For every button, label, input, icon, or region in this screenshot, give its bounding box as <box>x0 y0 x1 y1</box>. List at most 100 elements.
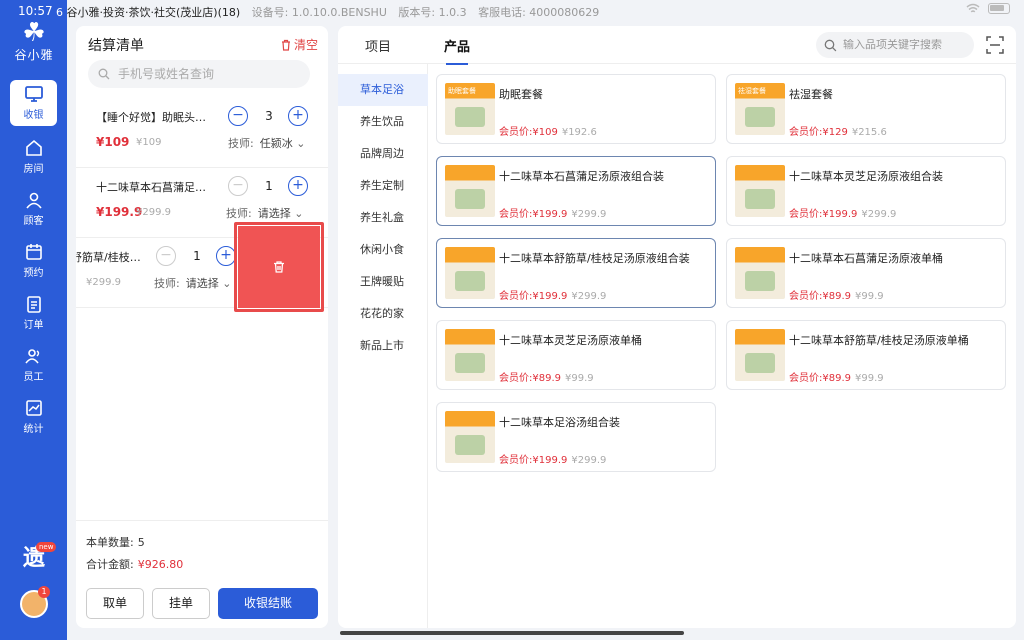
product-price: 会员价:¥89.9 ¥99.9 <box>789 369 884 384</box>
product-card[interactable]: 十二味草本石菖蒲足汤原液单桶 会员价:¥89.9 ¥99.9 <box>726 238 1006 308</box>
tab-services[interactable]: 项目 <box>365 36 391 55</box>
category-item[interactable]: 休闲小食 <box>338 234 428 266</box>
item-count-row: 本单数量: 5 <box>86 534 145 550</box>
delete-item-button[interactable] <box>238 226 320 308</box>
nav-label: 订单 <box>23 320 44 331</box>
product-card[interactable]: 十二味草本石菖蒲足汤原液组合装 会员价:¥199.9 ¥299.9 <box>436 156 716 226</box>
nav-item-rooms[interactable]: 房间 <box>0 134 67 180</box>
system-icons <box>966 3 1010 14</box>
nav-item-cashier[interactable]: 收银 <box>10 80 57 126</box>
cart-item-name: 【睡个好觉】助眠头… <box>96 111 206 124</box>
quantity-decrease-button[interactable]: − <box>228 106 248 126</box>
category-item[interactable]: 花花的家 <box>338 298 428 330</box>
nav-label: 顾客 <box>23 216 44 227</box>
scan-icon[interactable] <box>986 36 1004 54</box>
nav-item-staff[interactable]: 员工 <box>0 342 67 388</box>
home-indicator[interactable] <box>340 631 684 635</box>
logo-mark-icon: ☘ <box>22 18 46 48</box>
product-search[interactable] <box>816 32 974 58</box>
product-image-tag: 祛湿套餐 <box>738 87 766 95</box>
chevron-down-icon: ⌄ <box>294 207 304 220</box>
category-item[interactable]: 草本足浴 <box>338 74 428 106</box>
product-card[interactable]: 祛湿套餐 祛湿套餐 会员价:¥129 ¥215.6 <box>726 74 1006 144</box>
product-image <box>445 165 495 217</box>
calendar-icon <box>25 244 42 260</box>
quantity-decrease-button[interactable]: − <box>228 176 248 196</box>
checkout-button[interactable]: 收银结账 <box>218 588 318 619</box>
member-search[interactable] <box>88 60 310 88</box>
item-count-value: 5 <box>137 536 145 549</box>
member-price-label: 会员价: <box>789 127 823 138</box>
technician-select[interactable]: 技师: 请选择 ⌄ <box>154 275 231 291</box>
category-item[interactable]: 新品上市 <box>338 330 428 362</box>
trash-icon <box>274 261 284 273</box>
member-price-label: 会员价: <box>499 291 533 302</box>
nav-item-appointments[interactable]: 预约 <box>0 238 67 284</box>
product-card[interactable]: 十二味草本灵芝足汤原液组合装 会员价:¥199.9 ¥299.9 <box>726 156 1006 226</box>
product-image-tag: 助眠套餐 <box>448 87 476 95</box>
product-image <box>735 165 785 217</box>
product-image <box>445 247 495 299</box>
member-price-value: ¥89.9 <box>532 373 562 384</box>
user-icon <box>25 192 42 209</box>
cart-title: 结算清单 <box>88 38 144 54</box>
cart-item-original-price: ¥109 <box>136 137 162 148</box>
cart-item-name: 十二味草本石菖蒲足… <box>96 181 206 194</box>
quantity-increase-button[interactable]: + <box>288 106 308 126</box>
quantity-value: 1 <box>193 249 201 263</box>
product-name: 十二味草本石菖蒲足汤原液单桶 <box>789 252 943 265</box>
product-image: 祛湿套餐 <box>735 83 785 135</box>
product-panel: 项目 产品 草本足浴 养生饮品 品牌周边 养生定制 养生礼盒 休闲小食 王牌暖贴… <box>338 26 1016 628</box>
nav-item-orders[interactable]: 订单 <box>0 290 67 336</box>
member-price-value: ¥199.9 <box>532 291 568 302</box>
quantity-increase-button[interactable]: + <box>288 176 308 196</box>
take-order-button[interactable]: 取单 <box>86 588 144 619</box>
nav-label: 收银 <box>23 110 44 121</box>
cart-item[interactable]: 【睡个好觉】助眠头… ¥109 ¥109 − 3 + 技师: 任颍冰 ⌄ <box>76 98 328 168</box>
product-card[interactable]: 助眠套餐 助眠套餐 会员价:¥109 ¥192.6 <box>436 74 716 144</box>
quantity-increase-button[interactable]: + <box>216 246 236 266</box>
member-price-label: 会员价: <box>499 209 533 220</box>
quantity-decrease-button[interactable]: − <box>156 246 176 266</box>
tab-products[interactable]: 产品 <box>444 36 470 65</box>
technician-select[interactable]: 技师: 请选择 ⌄ <box>226 205 303 221</box>
trash-icon <box>281 39 290 51</box>
notification-badge: 1 <box>38 586 50 598</box>
product-name: 十二味草本灵芝足汤原液组合装 <box>789 170 943 183</box>
product-name: 十二味草本舒筋草/桂枝足汤原液组合装 <box>499 252 690 265</box>
search-icon <box>824 39 837 51</box>
status-time: 10:57 <box>18 4 53 18</box>
product-search-input[interactable] <box>843 39 969 51</box>
member-price-label: 会员价: <box>789 373 823 384</box>
device-number: 设备号: 1.0.10.0.BENSHU <box>251 6 387 19</box>
product-name: 十二味草本足浴汤组合装 <box>499 416 620 429</box>
product-card[interactable]: 十二味草本舒筋草/桂枝足汤原液单桶 会员价:¥89.9 ¥99.9 <box>726 320 1006 390</box>
monitor-icon <box>24 86 43 102</box>
category-item[interactable]: 王牌暖贴 <box>338 266 428 298</box>
original-price: ¥99.9 <box>565 373 594 384</box>
product-card[interactable]: 十二味草本足浴汤组合装 会员价:¥199.9 ¥299.9 <box>436 402 716 472</box>
category-item[interactable]: 养生定制 <box>338 170 428 202</box>
technician-select[interactable]: 技师: 任颍冰 ⌄ <box>228 135 305 151</box>
product-price: 会员价:¥199.9 ¥299.9 <box>789 205 896 220</box>
member-search-input[interactable] <box>118 67 298 81</box>
category-item[interactable]: 养生饮品 <box>338 106 428 138</box>
nav-item-customers[interactable]: 顾客 <box>0 186 67 232</box>
home-icon <box>25 139 42 156</box>
service-hotline: 客服电话: 4000080629 <box>478 6 600 19</box>
logo-text: 谷小雅 <box>14 48 54 62</box>
category-item[interactable]: 品牌周边 <box>338 138 428 170</box>
product-name: 十二味草本灵芝足汤原液单桶 <box>499 334 642 347</box>
product-image <box>735 329 785 381</box>
item-count-label: 本单数量: <box>86 536 134 549</box>
product-image <box>445 329 495 381</box>
product-card[interactable]: 十二味草本舒筋草/桂枝足汤原液组合装 会员价:¥199.9 ¥299.9 <box>436 238 716 308</box>
clear-button[interactable]: 清空 <box>280 36 318 53</box>
product-image: 助眠套餐 <box>445 83 495 135</box>
product-card[interactable]: 十二味草本灵芝足汤原液单桶 会员价:¥89.9 ¥99.9 <box>436 320 716 390</box>
category-item[interactable]: 养生礼盒 <box>338 202 428 234</box>
hold-order-button[interactable]: 挂单 <box>152 588 210 619</box>
nav-item-statistics[interactable]: 统计 <box>0 394 67 440</box>
product-image <box>445 411 495 463</box>
cart-item-name: 十二味草本舒筋草/桂枝… <box>76 251 141 264</box>
